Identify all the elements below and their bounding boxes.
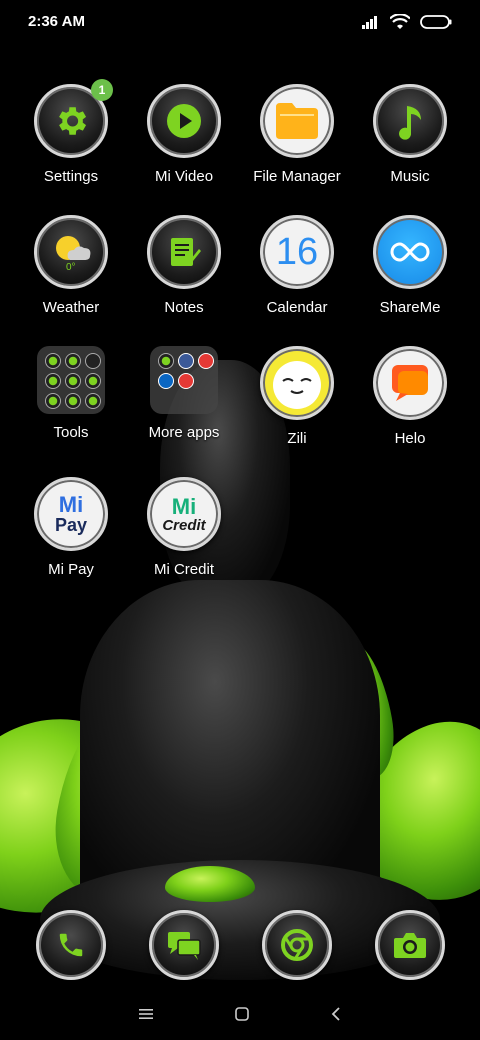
app-mi-pay[interactable]: Mi Pay Mi Pay — [16, 477, 126, 578]
notes-app-icon — [147, 215, 221, 289]
helo-app-icon — [373, 346, 447, 420]
folder-mini-icon — [45, 373, 61, 389]
app-label: Tools — [53, 424, 89, 441]
app-label: Music — [390, 168, 430, 185]
folder-mini-icon — [158, 353, 174, 369]
play-icon — [167, 104, 201, 138]
music-app-icon — [373, 84, 447, 158]
app-mi-video[interactable]: Mi Video — [129, 84, 239, 185]
app-shareme[interactable]: ShareMe — [355, 215, 465, 316]
status-time: 2:36 AM — [28, 13, 85, 30]
more-apps-folder-icon — [150, 346, 218, 414]
zili-app-icon — [260, 346, 334, 420]
app-music[interactable]: Music — [355, 84, 465, 185]
battery-icon — [420, 15, 452, 29]
app-file-manager[interactable]: File Manager — [242, 84, 352, 185]
app-label: Settings — [43, 168, 99, 185]
dock-messages[interactable] — [129, 910, 239, 980]
mi-pay-logo-top: Mi — [58, 492, 84, 517]
app-notes[interactable]: Notes — [129, 215, 239, 316]
folder-mini-icon — [85, 373, 101, 389]
chrome-icon — [262, 910, 332, 980]
tools-folder-icon — [37, 346, 105, 414]
app-weather[interactable]: 0° Weather — [16, 215, 126, 316]
folder-mini-icon — [85, 353, 101, 369]
mi-credit-logo-bottom: Credit — [162, 516, 206, 534]
folder-mini-icon — [45, 353, 61, 369]
app-mi-credit[interactable]: Mi Credit Mi Credit — [129, 477, 239, 578]
phone-icon — [36, 910, 106, 980]
app-label: Weather — [42, 299, 100, 316]
settings-app-icon: 1 — [34, 79, 113, 158]
mi-pay-logo-bottom: Pay — [54, 515, 88, 535]
signal-icon — [362, 16, 377, 29]
calendar-app-icon: 16 — [260, 215, 334, 289]
app-label: More apps — [148, 424, 220, 441]
mi-credit-app-icon: Mi Credit — [147, 477, 221, 551]
status-icons — [362, 14, 452, 30]
wifi-icon — [390, 14, 410, 29]
app-label: File Manager — [253, 168, 341, 185]
app-label: Mi Video — [154, 168, 214, 185]
infinity-icon — [390, 242, 430, 262]
back-icon[interactable] — [330, 1006, 342, 1022]
dock-phone[interactable] — [16, 910, 126, 980]
folder-mini-icon — [85, 393, 101, 409]
weather-app-icon: 0° — [34, 215, 108, 289]
sun-cloud-icon: 0° — [56, 236, 91, 272]
dock-chrome[interactable] — [242, 910, 352, 980]
folder-mini-icon — [65, 373, 81, 389]
linkedin-mini-icon — [158, 373, 174, 389]
app-label: Notes — [164, 299, 204, 316]
notepad-icon — [171, 238, 201, 266]
calendar-day: 16 — [275, 230, 319, 273]
status-bar: 2:36 AM — [0, 0, 480, 44]
mi-video-app-icon — [147, 84, 221, 158]
app-label: Helo — [394, 430, 426, 447]
app-calendar[interactable]: 16 Calendar — [242, 215, 352, 316]
navigation-bar — [0, 988, 480, 1040]
shareme-app-icon — [373, 215, 447, 289]
facebook-mini-icon — [178, 353, 194, 369]
mi-pay-app-icon: Mi Pay — [34, 477, 108, 551]
app-settings[interactable]: 1 Settings — [16, 79, 126, 185]
wps-mini-icon — [198, 353, 214, 369]
gear-icon — [59, 107, 87, 135]
messages-icon — [149, 910, 219, 980]
menu-icon[interactable] — [138, 1007, 154, 1021]
zili-face-icon — [273, 361, 321, 409]
folder-tools[interactable]: Tools — [16, 344, 126, 441]
folder-mini-icon — [65, 353, 81, 369]
app-label: Zili — [287, 430, 307, 447]
gaana-mini-icon — [178, 373, 194, 389]
app-zili[interactable]: Zili — [242, 346, 352, 447]
app-label: Mi Credit — [153, 561, 214, 578]
app-helo[interactable]: Helo — [355, 346, 465, 447]
wallpaper-leaf-lap — [165, 866, 255, 902]
folder-more-apps[interactable]: More apps — [129, 344, 239, 441]
file-manager-app-icon — [260, 84, 334, 158]
folder-icon — [276, 103, 318, 139]
app-label: Mi Pay — [48, 561, 94, 578]
camera-icon — [375, 910, 445, 980]
folder-mini-icon — [45, 393, 61, 409]
mi-credit-logo-top: Mi — [171, 493, 197, 519]
weather-temp: 0° — [66, 262, 76, 272]
home-icon[interactable] — [234, 1006, 250, 1022]
notification-badge: 1 — [91, 79, 113, 101]
dock-camera[interactable] — [355, 910, 465, 980]
music-note-icon — [399, 106, 421, 140]
app-label: Calendar — [266, 299, 328, 316]
folder-mini-icon — [65, 393, 81, 409]
chat-bubble-icon — [392, 365, 428, 401]
app-label: ShareMe — [379, 299, 441, 316]
